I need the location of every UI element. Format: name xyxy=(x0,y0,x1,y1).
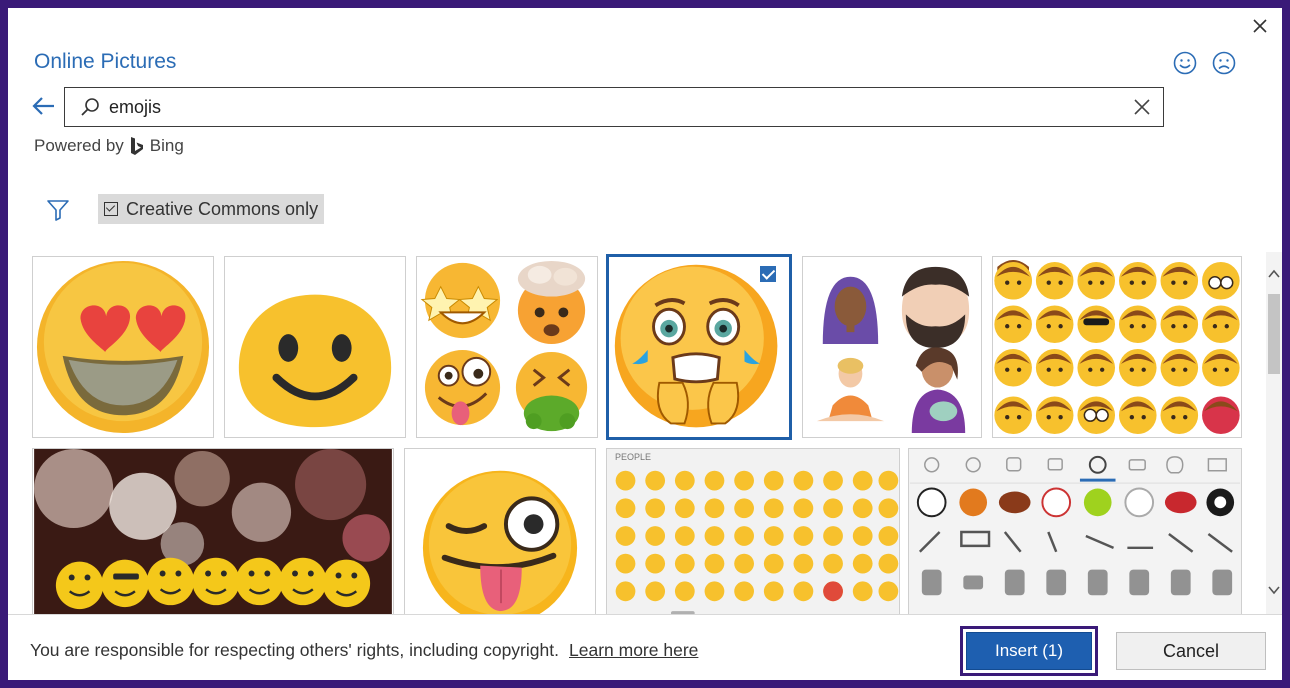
result-tile-keyboard-sports[interactable] xyxy=(908,448,1242,614)
insert-button[interactable]: Insert (1) xyxy=(966,632,1092,670)
close-icon xyxy=(1253,19,1267,33)
dialog-title: Online Pictures xyxy=(34,50,177,73)
clear-search-icon[interactable] xyxy=(1131,96,1153,118)
keyboard-people-panel-image xyxy=(607,449,899,614)
result-tile-fearful-crying[interactable] xyxy=(606,254,792,440)
smile-icon[interactable] xyxy=(1172,50,1198,76)
smile-emoji-image xyxy=(238,294,392,428)
copyright-notice: You are responsible for respecting other… xyxy=(30,640,559,660)
result-tile-heart-eyes[interactable] xyxy=(32,256,214,438)
frown-icon[interactable] xyxy=(1211,50,1237,76)
creative-commons-toggle[interactable]: Creative Commons only xyxy=(98,194,325,224)
fearful-crying-emoji-image xyxy=(614,264,778,428)
online-pictures-dialog: Online Pictures Powered by Bing Cre xyxy=(8,8,1282,680)
result-tile-people-set[interactable] xyxy=(802,256,982,438)
scroll-up-icon[interactable] xyxy=(1266,266,1282,282)
results-scrollbar[interactable] xyxy=(1266,252,1282,614)
search-box xyxy=(64,87,1164,127)
footer-divider xyxy=(8,614,1282,615)
cancel-button[interactable]: Cancel xyxy=(1116,632,1266,670)
keyboard-section-label: PEOPLE xyxy=(615,452,652,462)
powered-by-label: Powered by xyxy=(34,136,124,155)
keyboard-sports-panel-image xyxy=(909,449,1241,614)
results-grid: PEOPLE xyxy=(8,252,1264,614)
result-tile-face-grid[interactable] xyxy=(992,256,1242,438)
search-icon xyxy=(81,98,99,116)
creative-commons-checkbox[interactable] xyxy=(104,202,118,216)
bokeh-emoji-balls-image xyxy=(34,449,392,614)
scroll-thumb[interactable] xyxy=(1268,294,1280,374)
powered-by: Powered by Bing xyxy=(34,136,184,156)
insert-highlight: Insert (1) xyxy=(960,626,1098,676)
result-tile-star-struck-set[interactable] xyxy=(416,256,598,438)
back-arrow-icon[interactable] xyxy=(30,92,58,120)
creative-commons-label: Creative Commons only xyxy=(126,198,319,219)
search-input[interactable] xyxy=(109,92,1109,122)
result-tile-keyboard-people[interactable]: PEOPLE xyxy=(606,448,900,614)
close-button[interactable] xyxy=(1246,12,1274,40)
result-tile-smile[interactable] xyxy=(224,256,406,438)
scroll-down-icon[interactable] xyxy=(1266,582,1282,598)
face-emoji-grid-image xyxy=(994,259,1240,435)
powered-by-brand: Bing xyxy=(149,136,184,155)
winking-tongue-emoji-image xyxy=(422,470,578,614)
result-tile-bokeh-emojis[interactable] xyxy=(32,448,394,614)
filter-icon[interactable] xyxy=(46,198,70,222)
learn-more-link[interactable]: Learn more here xyxy=(569,640,698,661)
bing-logo-icon xyxy=(130,137,143,155)
heart-eyes-emoji-image xyxy=(36,260,210,434)
result-tile-winking-tongue[interactable] xyxy=(404,448,596,614)
star-struck-emoji-set-image xyxy=(420,260,588,432)
selected-checkbox[interactable] xyxy=(759,265,777,283)
people-emoji-set-image xyxy=(816,266,970,434)
